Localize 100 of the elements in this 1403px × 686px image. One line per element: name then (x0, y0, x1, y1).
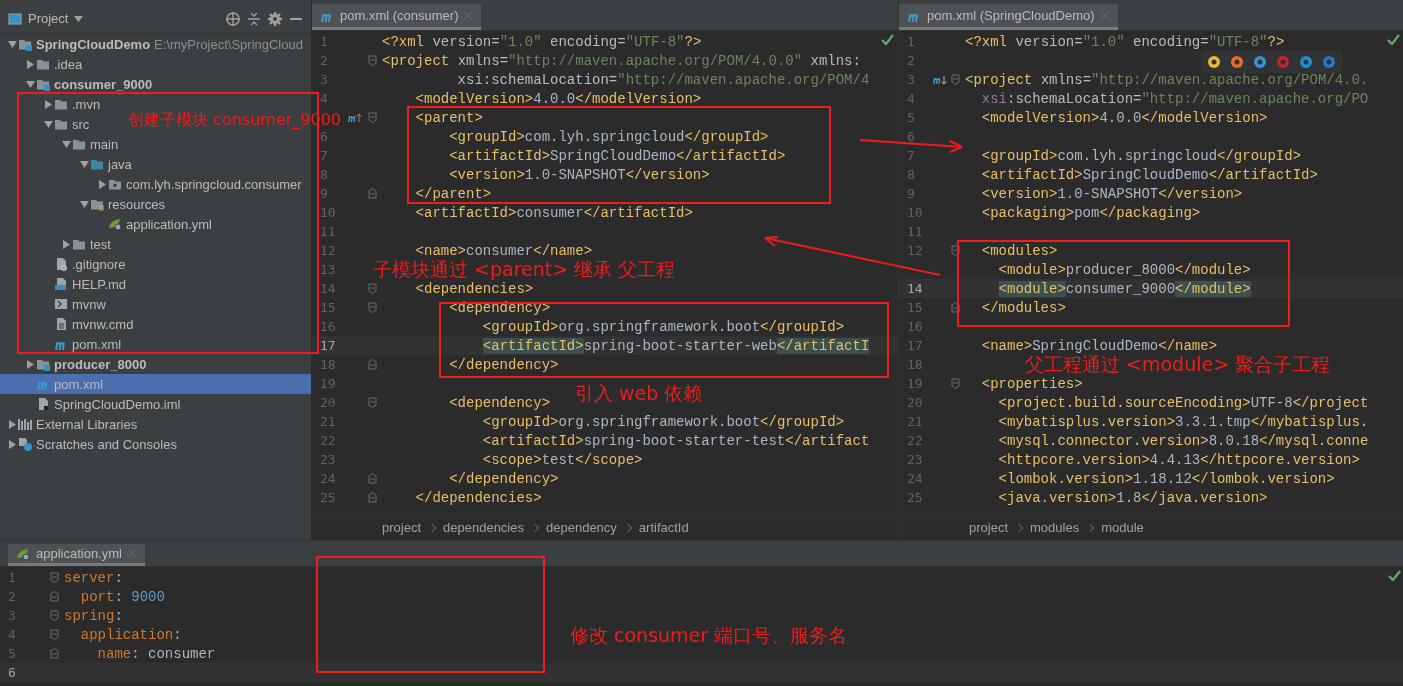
panel-title[interactable]: Project (28, 11, 69, 26)
fold-icon[interactable] (367, 302, 377, 313)
breadcrumb[interactable]: dependency (546, 520, 617, 535)
tree-item[interactable]: HELP.md (54, 274, 126, 294)
check-icon (1387, 34, 1400, 45)
caret-icon[interactable] (74, 15, 84, 22)
tree-item[interactable]: .gitignore (54, 254, 126, 274)
line-number: 1 (907, 34, 915, 49)
fold-icon[interactable] (950, 378, 960, 389)
tree-item[interactable]: producer_8000 (36, 354, 147, 374)
code-line: <properties> (980, 375, 1083, 392)
line-number: 19 (907, 376, 923, 391)
fold-icon[interactable] (49, 572, 59, 583)
tree-arrow-icon[interactable] (61, 139, 71, 149)
fold-icon[interactable] (49, 591, 59, 602)
tree-item[interactable]: .idea (36, 54, 83, 74)
breadcrumb[interactable]: dependencies (443, 520, 524, 535)
tree-item[interactable]: main (72, 134, 119, 154)
tree-arrow-icon[interactable] (7, 39, 17, 49)
collapse-icon[interactable] (247, 10, 261, 27)
annotation-text: 父工程通过 <module> 聚合子工程 (1025, 353, 1331, 377)
fold-icon[interactable] (367, 283, 377, 294)
fold-icon[interactable] (950, 74, 960, 85)
fold-icon[interactable] (49, 648, 59, 659)
fold-icon[interactable] (367, 492, 377, 503)
fold-icon[interactable] (950, 302, 960, 313)
line-number: 4 (320, 91, 328, 106)
maven-overridden-icon (933, 73, 947, 86)
editor-tab[interactable]: pom.xml (consumer) (312, 4, 482, 30)
code-line: <name>SpringCloudDemo</name> (980, 337, 1218, 354)
fold-icon[interactable] (950, 245, 960, 256)
browser-icon[interactable] (1230, 55, 1244, 69)
tree-item[interactable]: application.yml (108, 214, 212, 234)
line-number: 8 (320, 167, 328, 182)
line-number: 25 (320, 490, 336, 505)
tree-item[interactable]: .mvn (54, 94, 101, 114)
code-line: <?xml version="1.0" encoding="UTF-8"?> (381, 33, 702, 50)
line-number: 15 (907, 300, 923, 315)
browser-icon[interactable] (1207, 55, 1221, 69)
browser-icon[interactable] (1253, 55, 1267, 69)
tree-arrow-icon[interactable] (79, 159, 89, 169)
fold-icon[interactable] (49, 629, 59, 640)
tree-item[interactable]: pom.xml (54, 334, 122, 354)
tree-arrow-icon[interactable] (79, 199, 89, 209)
tree-arrow-icon[interactable] (7, 419, 17, 429)
tree-arrow-icon[interactable] (25, 79, 35, 89)
breadcrumb[interactable]: modules (1030, 520, 1080, 535)
breadcrumb[interactable]: module (1101, 520, 1144, 535)
line-number: 17 (907, 338, 923, 353)
line-number: 6 (320, 129, 328, 144)
tree-item[interactable]: resources (90, 194, 166, 214)
code-line: <module>producer_8000</module> (997, 261, 1251, 278)
tree-arrow-icon[interactable] (25, 359, 35, 369)
code-line: xsi:schemaLocation="http://maven.apache.org/PO (980, 90, 1369, 107)
tree-item[interactable]: com.lyh.springcloud.consumer (108, 174, 302, 194)
line-number: 11 (907, 224, 923, 239)
tree-arrow-icon[interactable] (97, 179, 107, 189)
check-icon (1388, 570, 1401, 581)
code-line: <packaging>pom</packaging> (980, 204, 1201, 221)
fold-icon[interactable] (367, 397, 377, 408)
breadcrumb[interactable]: project (382, 520, 422, 535)
fold-icon[interactable] (367, 55, 377, 66)
code-line: <httpcore.version>4.4.13</httpcore.version> (997, 451, 1360, 468)
ignore-file-icon (54, 257, 68, 271)
fold-icon[interactable] (49, 610, 59, 621)
source-folder-icon (90, 157, 104, 171)
breadcrumb[interactable]: project (969, 520, 1009, 535)
tree-arrow-icon[interactable] (43, 119, 53, 129)
tree-item[interactable]: Scratches and Consoles (18, 434, 177, 454)
fold-icon[interactable] (367, 359, 377, 370)
tree-arrow-icon[interactable] (61, 239, 71, 249)
tree-item[interactable]: SpringCloudDemo (18, 34, 151, 54)
tree-item[interactable]: test (72, 234, 111, 254)
line-number: 22 (907, 433, 923, 448)
tree-item[interactable]: src (54, 114, 90, 134)
locate-icon[interactable] (225, 10, 241, 27)
fold-icon[interactable] (367, 188, 377, 199)
editor-tab[interactable]: application.yml (8, 544, 145, 566)
line-number: 10 (907, 205, 923, 220)
code-line: <java.version>1.8</java.version> (997, 489, 1268, 506)
breadcrumb[interactable]: artifactId (638, 520, 689, 535)
tree-item[interactable]: mvnw (54, 294, 106, 314)
tree-item[interactable]: External Libraries (18, 414, 138, 434)
editor-tab[interactable]: pom.xml (SpringCloudDemo) (899, 4, 1118, 30)
fold-icon[interactable] (367, 473, 377, 484)
tree-item[interactable]: consumer_9000 (36, 74, 153, 94)
line-number: 16 (320, 319, 336, 334)
line-number: 6 (8, 665, 16, 680)
line-number: 5 (8, 646, 16, 661)
tree-item[interactable]: java (90, 154, 132, 174)
tree-item[interactable]: SpringCloudDemo.iml (36, 394, 181, 414)
fold-icon[interactable] (367, 112, 377, 123)
tree-arrow-icon[interactable] (7, 439, 17, 449)
line-number: 17 (320, 338, 336, 353)
tree-arrow-icon[interactable] (43, 99, 53, 109)
tree-item[interactable]: mvnw.cmd (54, 314, 134, 334)
text-file-icon (54, 317, 68, 331)
tree-arrow-icon[interactable] (25, 59, 35, 69)
settings-icon[interactable] (267, 10, 283, 27)
browser-icon[interactable] (1299, 55, 1313, 69)
